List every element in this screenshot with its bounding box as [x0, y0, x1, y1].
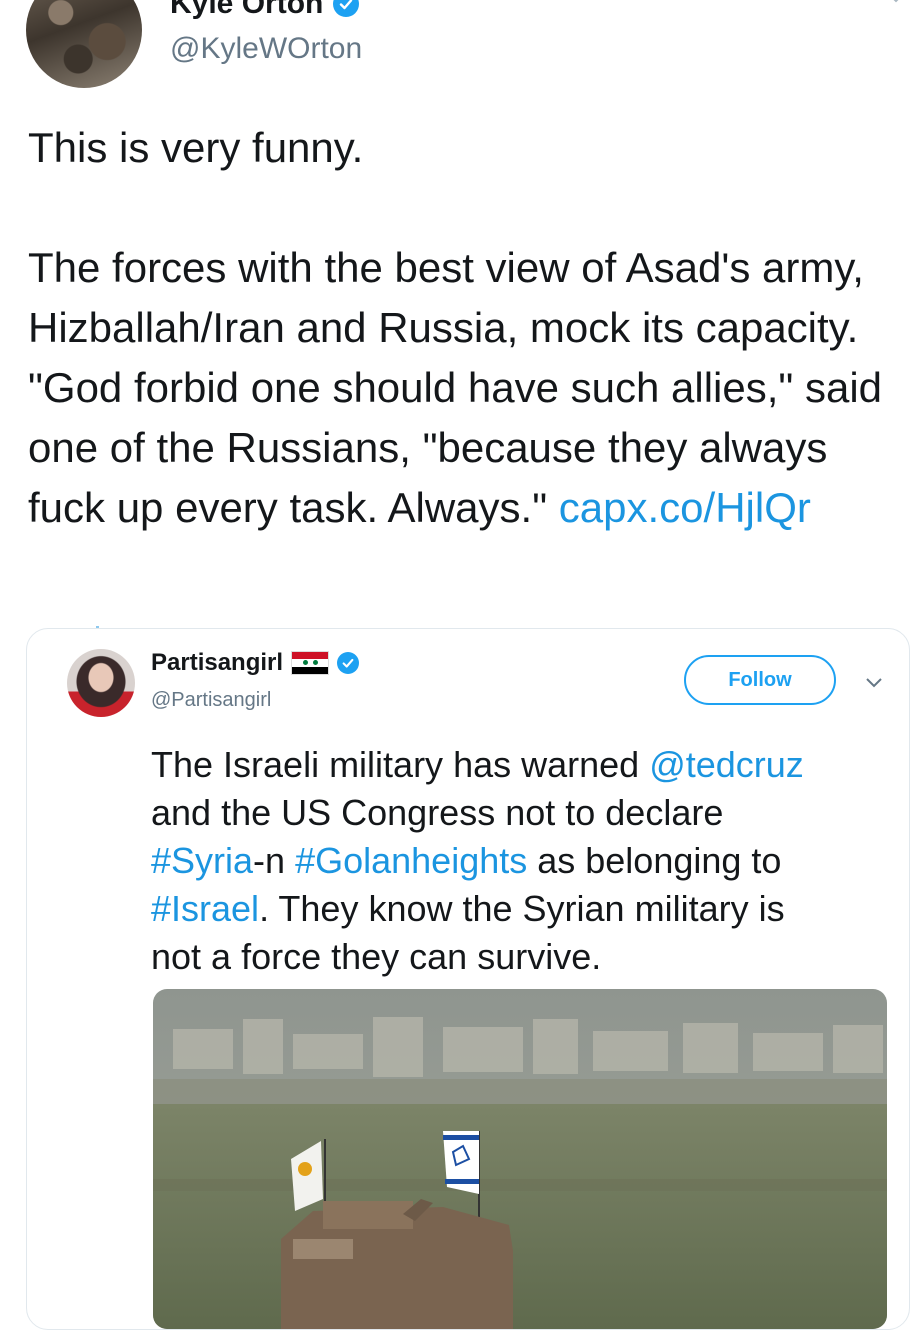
tweet-body: This is very funny. The forces with the … — [28, 118, 908, 538]
hashtag-golanheights[interactable]: #Golanheights — [295, 840, 527, 881]
quoted-text-segment: and the US Congress not to declare — [151, 792, 724, 833]
quoted-author-handle[interactable]: @Partisangirl — [151, 689, 271, 712]
verified-badge-icon — [333, 0, 360, 17]
quoted-text-segment: -n — [253, 840, 296, 881]
author-avatar[interactable] — [26, 0, 142, 88]
quoted-text-segment: The Israeli military has warned — [151, 744, 650, 785]
tweet-photo[interactable] — [153, 989, 887, 1329]
quoted-author-name-row[interactable]: Partisangirl — [151, 649, 360, 677]
quoted-author-display-name[interactable]: Partisangirl — [151, 649, 283, 677]
chevron-down-icon[interactable] — [865, 677, 883, 689]
author-handle[interactable]: @KyleWOrton — [170, 32, 362, 66]
tweet-link[interactable]: capx.co/HjlQr — [559, 484, 811, 531]
author-name-row[interactable]: Kyle Orton — [170, 0, 360, 24]
follow-button[interactable]: Follow — [684, 655, 836, 705]
quoted-author-avatar[interactable] — [67, 649, 135, 717]
hashtag-israel[interactable]: #Israel — [151, 888, 259, 929]
mention-tedcruz[interactable]: @tedcruz — [649, 744, 804, 785]
tweet-text: This is very funny. The forces with the … — [28, 124, 883, 531]
verified-badge-icon — [337, 652, 360, 674]
chevron-down-icon[interactable] — [886, 0, 906, 8]
author-display-name[interactable]: Kyle Orton — [170, 0, 323, 21]
quoted-text-segment: as belonging to — [537, 840, 782, 881]
hashtag-syria[interactable]: #Syria — [151, 840, 253, 881]
quoted-tweet-card[interactable]: Partisangirl @Partisangirl Follow The Is… — [26, 628, 910, 1330]
syria-flag-icon — [291, 651, 330, 675]
quoted-tweet-body: The Israeli military has warned @tedcruz… — [151, 741, 891, 981]
